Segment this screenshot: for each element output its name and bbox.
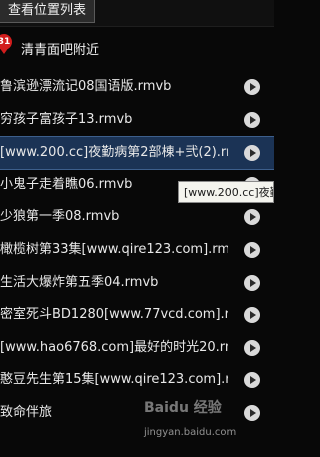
play-icon[interactable]	[244, 145, 260, 161]
list-item[interactable]: [www.200.cc]夜勤病第2部棟+弐(2).rmvb	[0, 136, 274, 170]
list-item-label: 生活大爆炸第五季04.rmvb	[0, 275, 159, 290]
location-pin-badge: 31	[0, 37, 11, 47]
watermark-url: jingyan.baidu.com	[144, 427, 237, 438]
play-icon[interactable]	[244, 307, 260, 323]
play-icon[interactable]	[244, 112, 260, 128]
watermark: Baidu 经验 jingyan.baidu.com	[136, 397, 266, 443]
location-label: 清青面吧附近	[21, 43, 100, 58]
list-item-label: 鲁滨逊漂流记08国语版.rmvb	[0, 79, 172, 94]
item-tooltip: [www.200.cc]夜勤病第2部棟+弐(2).rmvb	[178, 181, 274, 203]
list-item[interactable]: 鲁滨逊漂流记08国语版.rmvb	[0, 71, 274, 103]
current-location[interactable]: 31 清青面吧附近	[0, 32, 274, 62]
list-item[interactable]: [www.hao6768.com]最好的时光20.rmvb	[0, 332, 274, 364]
list-item-label: [www.200.cc]夜勤病第2部棟+弐(2).rmvb	[0, 145, 228, 160]
watermark-logo: Baidu 经验	[144, 400, 222, 416]
list-item[interactable]: 橄榄树第33集[www.qire123.com].rmvb	[0, 234, 274, 266]
play-icon[interactable]	[244, 340, 260, 356]
list-item-label: 密室死斗BD1280[www.77vcd.com].rmvb	[0, 307, 228, 322]
list-item[interactable]: 密室死斗BD1280[www.77vcd.com].rmvb	[0, 299, 274, 331]
location-pin-icon: 31	[0, 34, 12, 54]
play-icon[interactable]	[244, 79, 260, 95]
list-item-label: 少狼第一季08.rmvb	[0, 209, 120, 224]
list-item[interactable]: 穷孩子富孩子13.rmvb	[0, 104, 274, 136]
play-icon[interactable]	[244, 275, 260, 291]
window-title: 查看位置列表	[0, 0, 96, 23]
list-item[interactable]: 少狼第一季08.rmvb	[0, 201, 274, 233]
list-item-label: 憨豆先生第15集[www.qire123.com].rmvb	[0, 372, 228, 387]
play-icon[interactable]	[244, 209, 260, 225]
play-icon[interactable]	[244, 242, 260, 258]
list-item-label: 穷孩子富孩子13.rmvb	[0, 112, 133, 127]
list-item-label: [www.hao6768.com]最好的时光20.rmvb	[0, 340, 228, 355]
list-item-label: 橄榄树第33集[www.qire123.com].rmvb	[0, 242, 228, 257]
list-item[interactable]: 生活大爆炸第五季04.rmvb	[0, 267, 274, 299]
title-bar: 查看位置列表	[0, 0, 274, 27]
play-icon[interactable]	[244, 372, 260, 388]
list-item[interactable]: 憨豆先生第15集[www.qire123.com].rmvb	[0, 364, 274, 396]
